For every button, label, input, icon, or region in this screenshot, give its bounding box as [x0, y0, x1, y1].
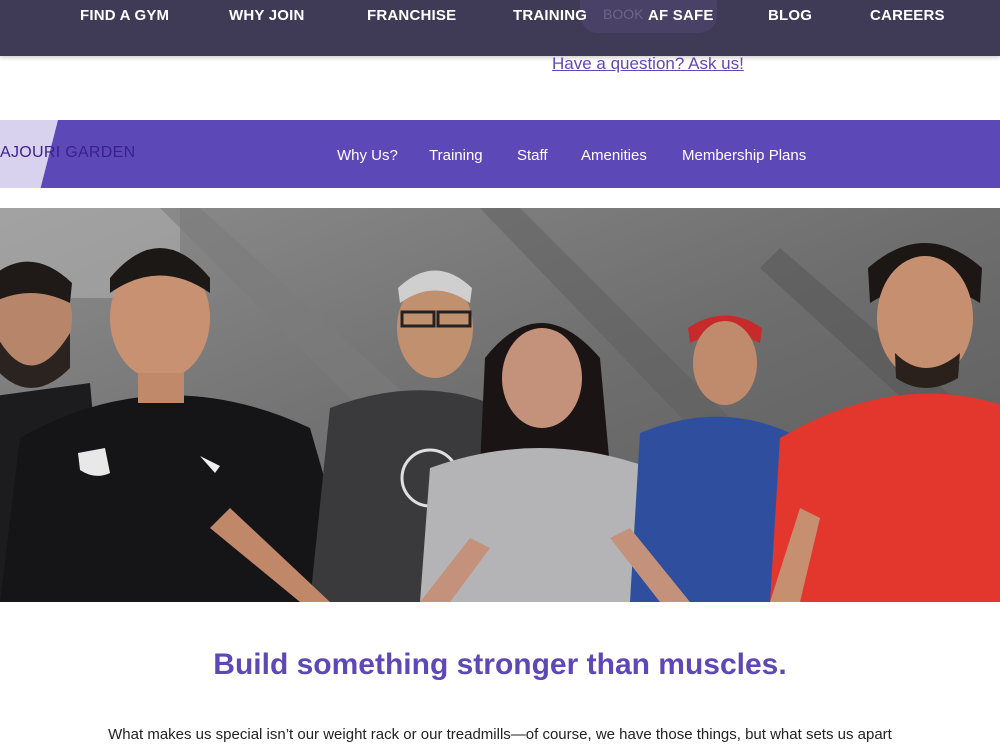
page-headline: Build something stronger than muscles. [213, 648, 787, 681]
nav-careers[interactable]: CAREERS [870, 7, 945, 24]
club-link-staff[interactable]: Staff [517, 147, 548, 164]
nav-franchise[interactable]: FRANCHISE [367, 7, 456, 24]
nav-find-a-gym[interactable]: FIND A GYM [80, 7, 169, 24]
nav-af-safe[interactable]: AF SAFE [648, 7, 714, 24]
club-name[interactable]: AJOURI GARDEN [0, 144, 135, 162]
club-navigation-bar: AJOURI GARDEN Why Us? Training Staff Ame… [0, 120, 1000, 188]
nav-why-join[interactable]: WHY JOIN [229, 7, 305, 24]
nav-training[interactable]: TRAINING [513, 7, 587, 24]
hero-image [0, 208, 1000, 602]
club-link-why-us[interactable]: Why Us? [337, 147, 398, 164]
club-link-training[interactable]: Training [429, 147, 483, 164]
club-link-amenities[interactable]: Amenities [581, 147, 647, 164]
intro-paragraph: What makes us special isn’t our weight r… [108, 726, 892, 743]
club-link-membership-plans[interactable]: Membership Plans [682, 147, 806, 164]
book-button-label: BOOK [603, 6, 644, 22]
nav-blog[interactable]: BLOG [768, 7, 812, 24]
ask-question-link[interactable]: Have a question? Ask us! [552, 54, 744, 74]
top-navigation: BOOK FIND A GYM WHY JOIN FRANCHISE TRAIN… [0, 0, 1000, 56]
group-meditation-photo-icon [0, 208, 1000, 602]
